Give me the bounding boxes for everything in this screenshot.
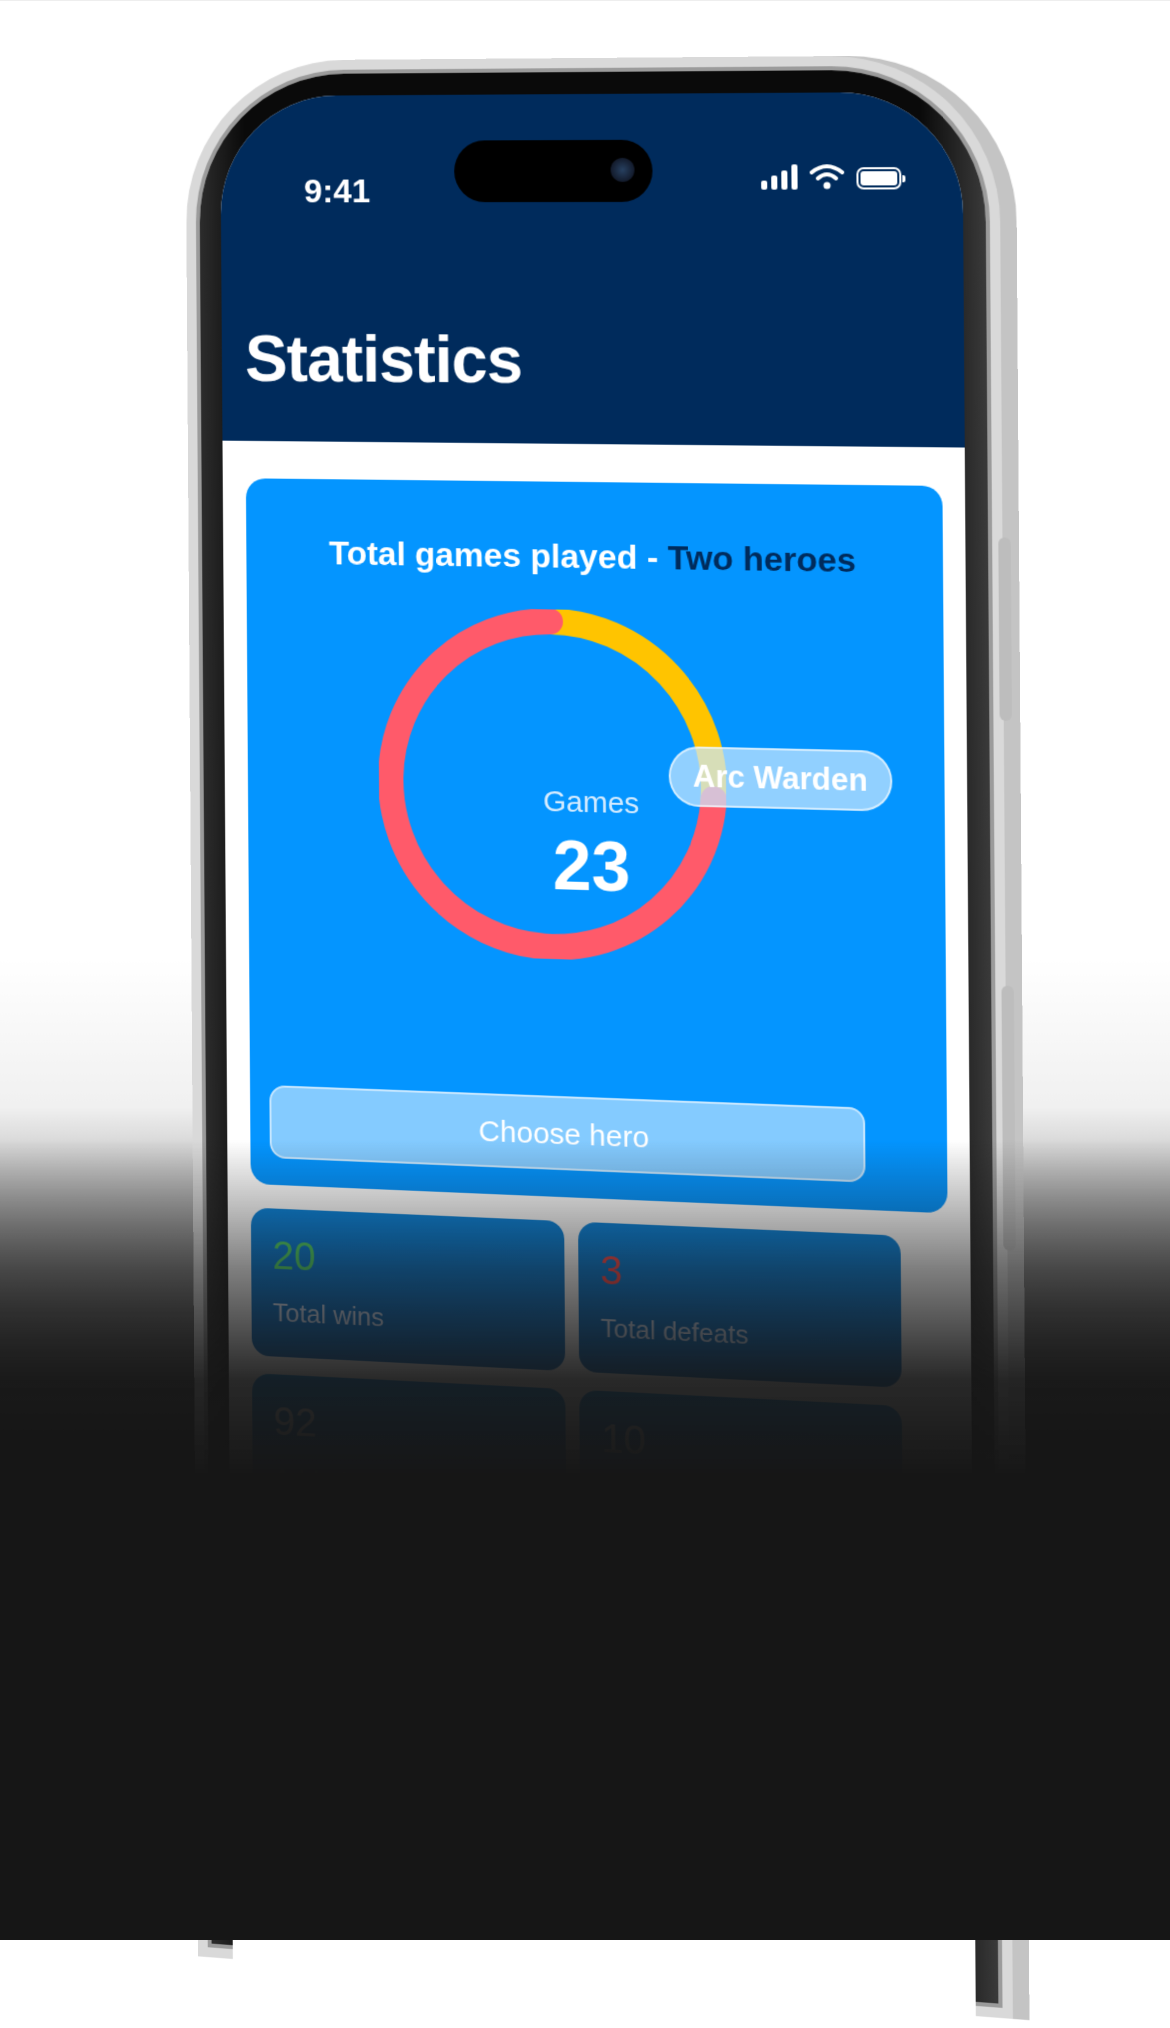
stat-value: 3 — [600, 1248, 623, 1294]
stat-value: 92 — [273, 1399, 317, 1446]
games-chart-card: Total games played - Two heroes Games 23… — [245, 478, 948, 1214]
wifi-icon — [810, 163, 845, 190]
stat-label: Total wins — [272, 1297, 384, 1333]
chart-title-accent: Two heroes — [667, 539, 857, 581]
battery-icon — [856, 167, 902, 190]
donut-center-value: 23 — [552, 826, 631, 907]
stat-card-total-wins: 20 Total wins — [250, 1207, 566, 1372]
camera-icon — [610, 157, 635, 182]
stat-card-added-tournaments: 92 Added tournaments — [251, 1373, 567, 1539]
dynamic-island — [453, 139, 653, 203]
chart-title-prefix: Total games played - — [328, 534, 668, 578]
stat-label: Ended tournaments — [601, 1480, 831, 1524]
stat-card-ended-tournaments: 10 Ended tournaments — [579, 1389, 903, 1559]
stat-card-total-defeats: 3 Total defeats — [578, 1221, 902, 1388]
page-title: Statistics — [244, 321, 523, 397]
app-header: 9:41 Statistics — [220, 91, 965, 448]
stat-value: 20 — [272, 1234, 316, 1280]
status-time: 9:41 — [303, 172, 371, 211]
phone-frame: 9:41 Statistics Total games played - Two… — [198, 69, 1016, 2025]
side-button-bottom — [1001, 985, 1016, 1251]
choose-hero-button[interactable]: Choose hero — [269, 1085, 866, 1183]
chart-title: Total games played - Two heroes — [246, 533, 943, 582]
status-icons — [761, 163, 902, 190]
signal-icon — [761, 163, 798, 190]
stat-label: Added tournaments — [273, 1463, 496, 1506]
side-button-top — [998, 537, 1012, 721]
stat-value: 10 — [601, 1416, 647, 1464]
stat-label: Total defeats — [600, 1312, 749, 1350]
hero-tooltip: Arc Warden — [668, 745, 893, 812]
app-screen: 9:41 Statistics Total games played - Two… — [220, 91, 976, 2025]
